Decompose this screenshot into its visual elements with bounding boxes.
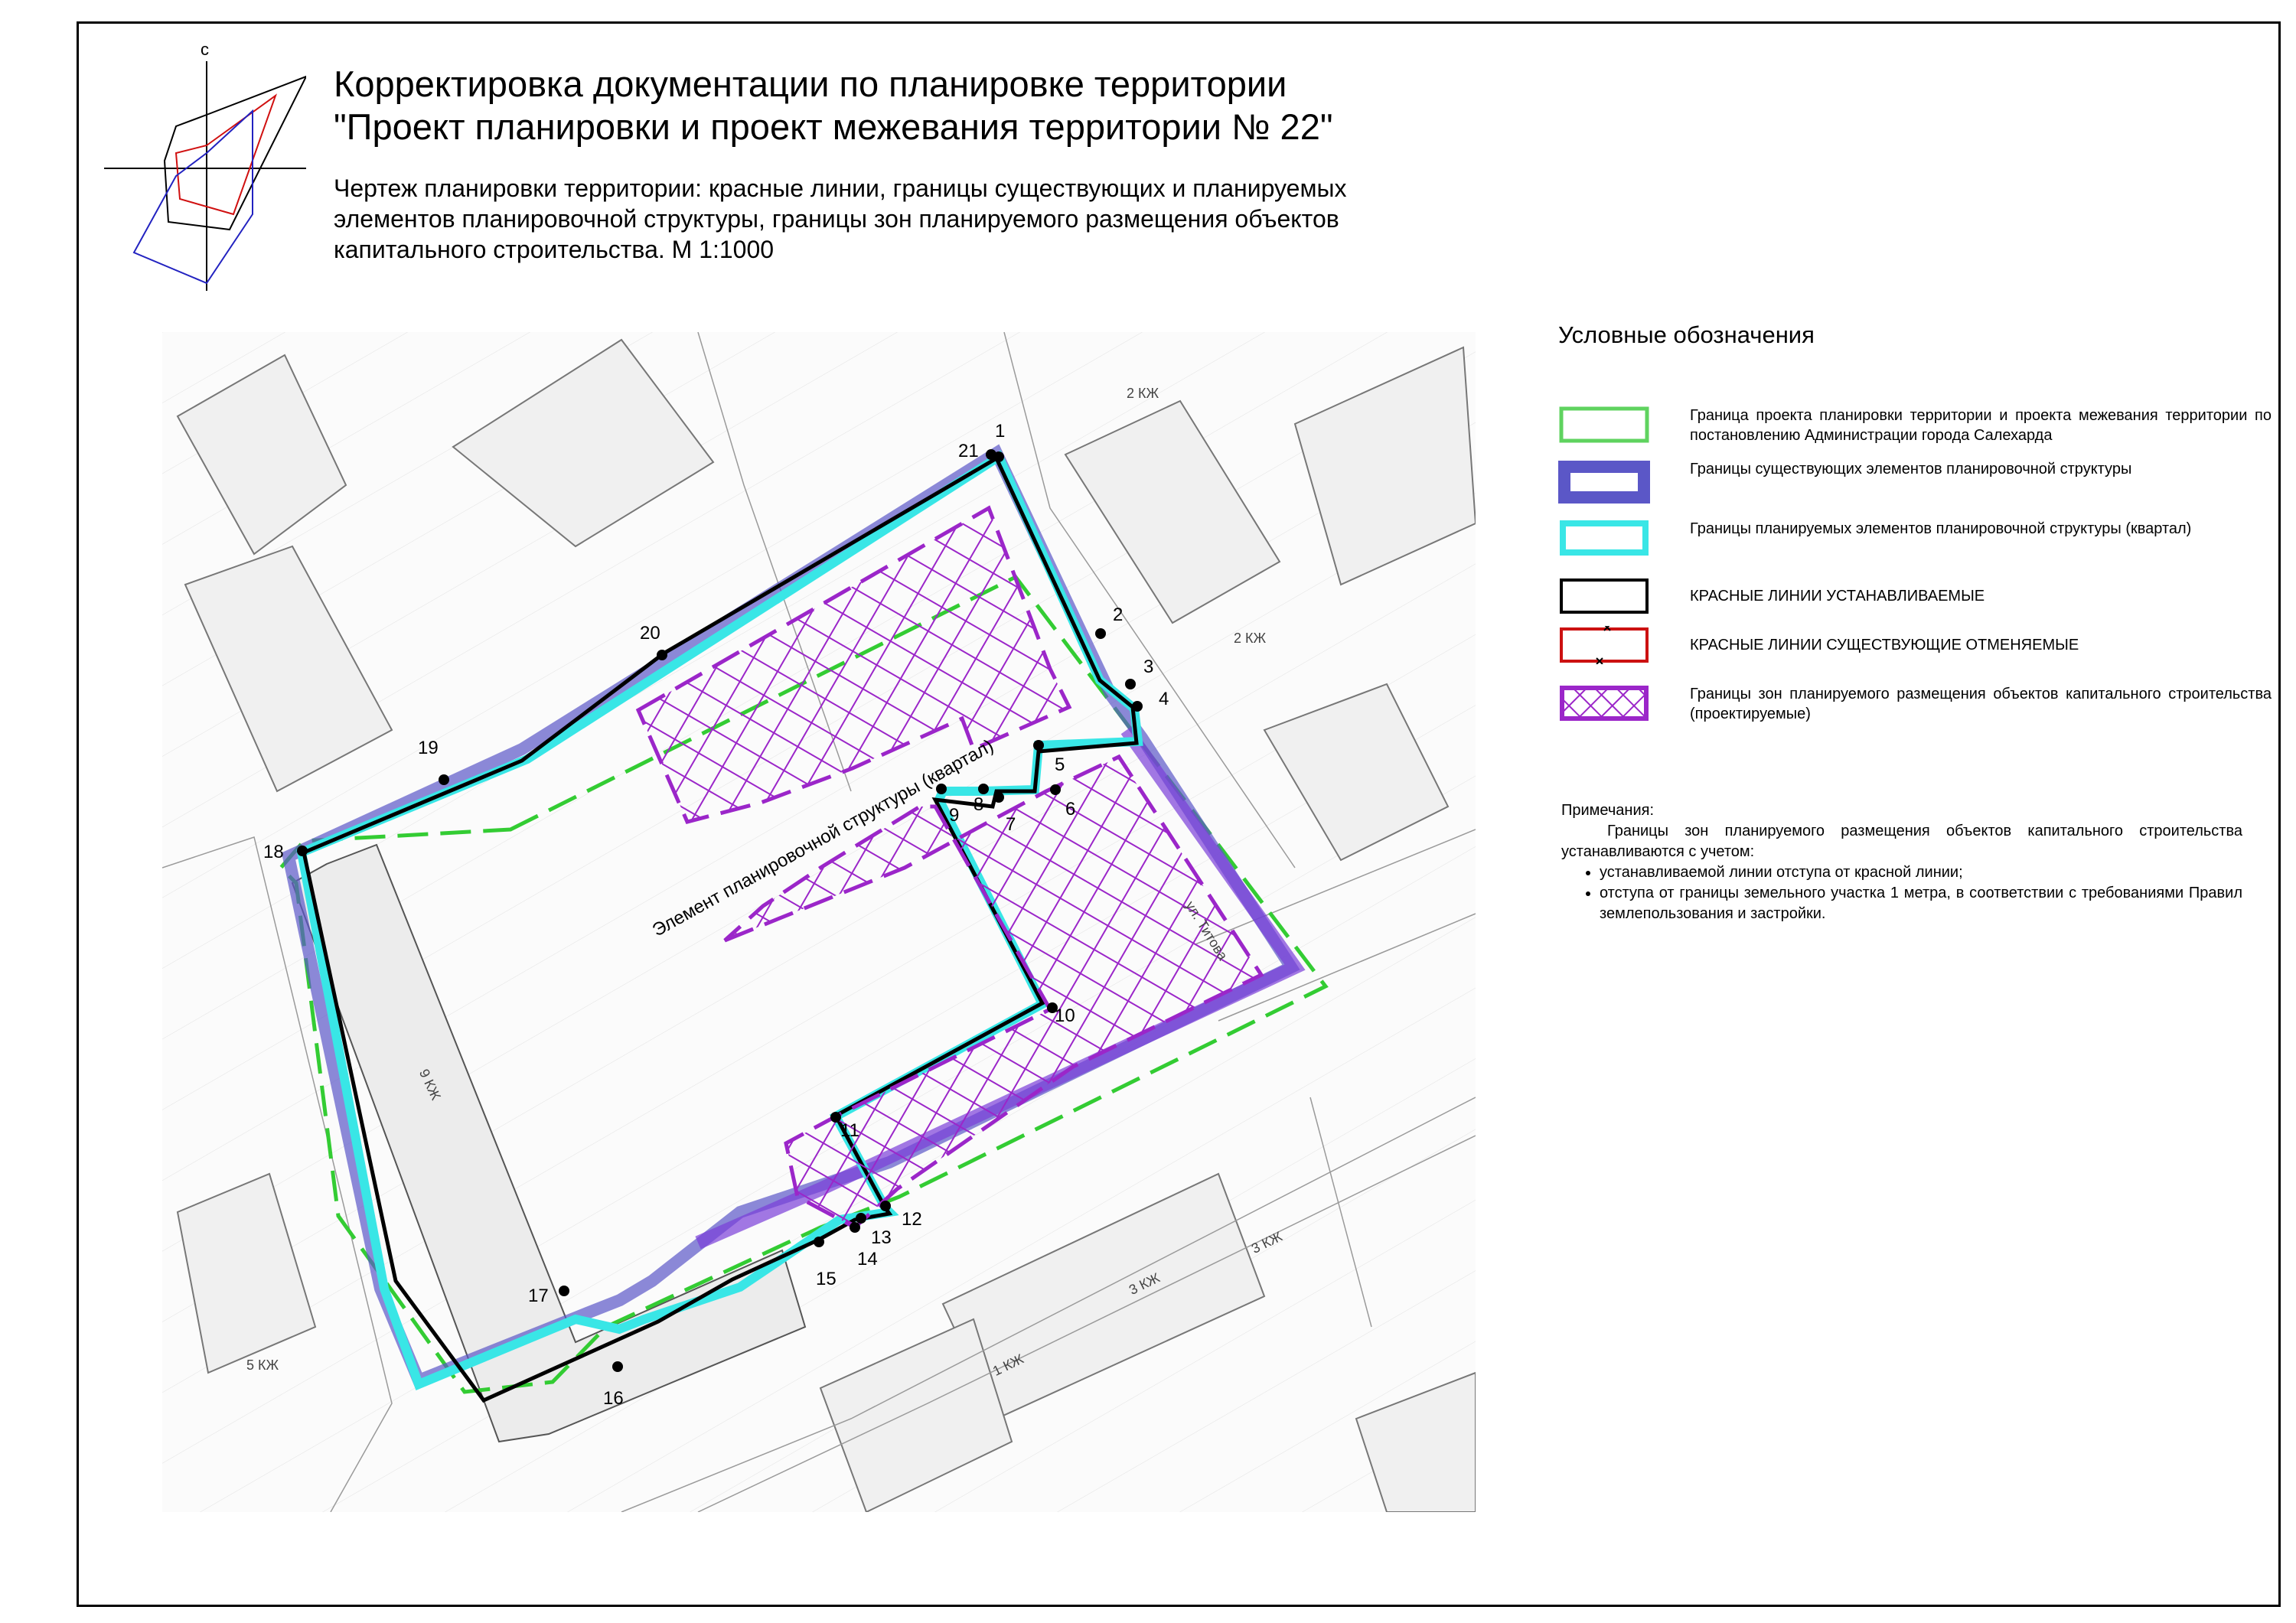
point-label-21: 21 (958, 441, 979, 461)
notes-bullet-2: отступа от границы земельного участка 1 … (1600, 883, 2242, 924)
point-label-10: 10 (1055, 1005, 1075, 1026)
point-label-18: 18 (263, 842, 284, 862)
legend-text-5: КРАСНЫЕ ЛИНИИ СУЩЕСТВУЮЩИЕ ОТМЕНЯЕМЫЕ (1690, 637, 2079, 653)
purple-hatch-swatch-icon (1560, 686, 1649, 721)
subtitle-block: Чертеж планировки территории: красные ли… (334, 173, 1497, 265)
block-label-4: 2 КЖ (1127, 386, 1159, 401)
legend-text-4: КРАСНЫЕ ЛИНИИ УСТАНАВЛИВАЕМЫЕ (1690, 588, 1985, 605)
legend: Условные обозначения Граница проекта пла… (1558, 321, 2278, 722)
point-label-14: 14 (857, 1249, 878, 1269)
black-line-swatch-icon (1560, 578, 1649, 614)
point-label-20: 20 (640, 623, 660, 644)
subtitle-line-2: элементов планировочной структуры, грани… (334, 205, 1339, 233)
legend-item-red-lines-established: КРАСНЫЕ ЛИНИИ УСТАНАВЛИВАЕМЫЕ (1558, 577, 2278, 623)
point-label-19: 19 (418, 738, 439, 758)
legend-text-3: Границы планируемых элементов планировоч… (1690, 520, 2192, 537)
point-label-7: 7 (1006, 814, 1016, 835)
block-label-5: 2 КЖ (1234, 631, 1267, 646)
notes-title: Примечания: (1561, 802, 1655, 819)
green-boundary-swatch-icon (1559, 406, 1649, 443)
notes-bullet-1: устанавливаемой линии отступа от красной… (1600, 862, 2242, 883)
point-label-2: 2 (1113, 605, 1124, 625)
legend-item-existing-elements: Границы существующих элементов планирово… (1558, 459, 2278, 505)
cyan-boundary-swatch-icon (1560, 520, 1649, 556)
point-label-12: 12 (902, 1209, 922, 1230)
legend-title: Условные обозначения (1558, 321, 1815, 348)
blue-boundary-swatch-icon (1558, 461, 1650, 504)
point-label-5: 5 (1055, 754, 1065, 775)
legend-item-red-lines-cancelled: КРАСНЫЕ ЛИНИИ СУЩЕСТВУЮЩИЕ ОТМЕНЯЕМЫЕ (1558, 626, 2278, 672)
point-label-17: 17 (528, 1286, 549, 1306)
wind-rose-icon: с (104, 40, 306, 291)
legend-text-1: Граница проекта планировки территории и … (1690, 407, 2272, 444)
legend-item-placement-zones: Границы зон планируемого размещения объе… (1558, 684, 2278, 730)
point-label-8: 8 (974, 794, 984, 815)
point-label-6: 6 (1065, 799, 1076, 820)
title-block: Корректировка документации по планировке… (334, 63, 1558, 148)
subtitle-line-1: Чертеж планировки территории: красные ли… (334, 174, 1347, 202)
title-line-1: Корректировка документации по планировке… (334, 64, 1287, 104)
legend-item-planned-elements: Границы планируемых элементов планировоч… (1558, 519, 2278, 565)
legend-text-6: Границы зон планируемого размещения объе… (1690, 686, 2272, 722)
north-label: с (201, 40, 209, 59)
point-label-16: 16 (603, 1388, 624, 1409)
point-label-13: 13 (871, 1227, 892, 1248)
point-label-11: 11 (840, 1120, 859, 1141)
point-label-9: 9 (949, 805, 960, 826)
legend-text-2: Границы существующих элементов планирово… (1690, 461, 2132, 477)
red-line-cancelled-swatch-icon (1560, 626, 1649, 664)
title-line-2: "Проект планировки и проект межевания те… (334, 106, 1333, 147)
point-label-15: 15 (816, 1269, 837, 1289)
map-svg (162, 332, 1476, 1512)
notes-paragraph: Границы зон планируемого размещения объе… (1561, 823, 2242, 860)
block-label-6: 5 КЖ (246, 1357, 279, 1373)
notes-list: устанавливаемой линии отступа от красной… (1561, 862, 2242, 924)
point-label-4: 4 (1159, 689, 1169, 709)
legend-item-project-boundary: Граница проекта планировки территории и … (1558, 406, 2278, 451)
notes: Примечания: Границы зон планируемого раз… (1561, 800, 2242, 924)
planning-map: 1 2 3 4 5 6 7 8 9 10 11 12 13 14 15 16 1… (162, 332, 1476, 1512)
subtitle-line-3: капитального строительства. М 1:1000 (334, 236, 775, 263)
point-label-1: 1 (995, 421, 1006, 442)
point-label-3: 3 (1143, 657, 1154, 677)
